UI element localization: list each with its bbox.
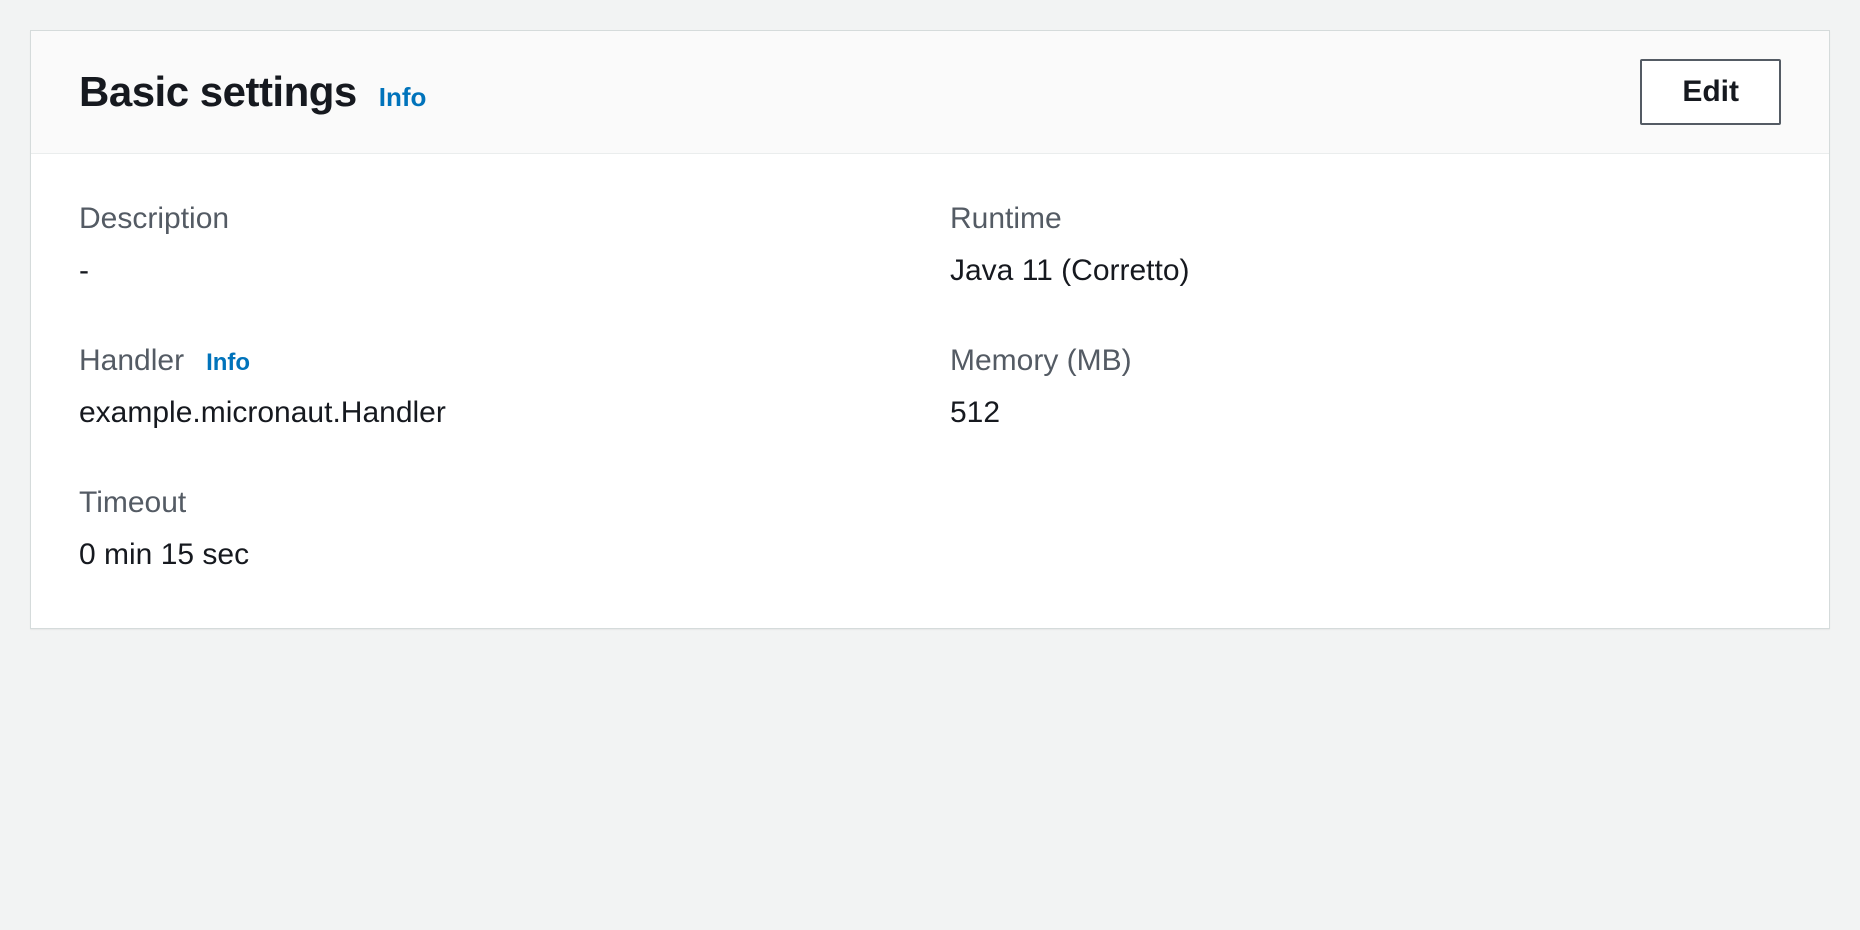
runtime-field: Runtime Java 11 (Corretto) [950, 202, 1781, 288]
timeout-value: 0 min 15 sec [79, 538, 910, 572]
runtime-label: Runtime [950, 202, 1781, 236]
handler-field: Handler Info example.micronaut.Handler [79, 344, 910, 430]
fields-grid: Description - Runtime Java 11 (Corretto)… [79, 202, 1781, 572]
handler-label-row: Handler Info [79, 344, 910, 378]
memory-label: Memory (MB) [950, 344, 1781, 378]
handler-label: Handler [79, 344, 184, 378]
handler-info-link[interactable]: Info [206, 349, 250, 377]
memory-field: Memory (MB) 512 [950, 344, 1781, 430]
edit-button[interactable]: Edit [1640, 59, 1781, 125]
timeout-field: Timeout 0 min 15 sec [79, 486, 910, 572]
panel-header-left: Basic settings Info [79, 68, 426, 116]
panel-header: Basic settings Info Edit [31, 31, 1829, 154]
description-value: - [79, 254, 910, 288]
basic-settings-panel: Basic settings Info Edit Description - R… [30, 30, 1830, 629]
handler-value: example.micronaut.Handler [79, 396, 910, 430]
panel-info-link[interactable]: Info [379, 82, 427, 113]
timeout-label: Timeout [79, 486, 910, 520]
description-label: Description [79, 202, 910, 236]
panel-title: Basic settings [79, 68, 357, 116]
runtime-value: Java 11 (Corretto) [950, 254, 1781, 288]
memory-value: 512 [950, 396, 1781, 430]
panel-body: Description - Runtime Java 11 (Corretto)… [31, 154, 1829, 628]
description-field: Description - [79, 202, 910, 288]
